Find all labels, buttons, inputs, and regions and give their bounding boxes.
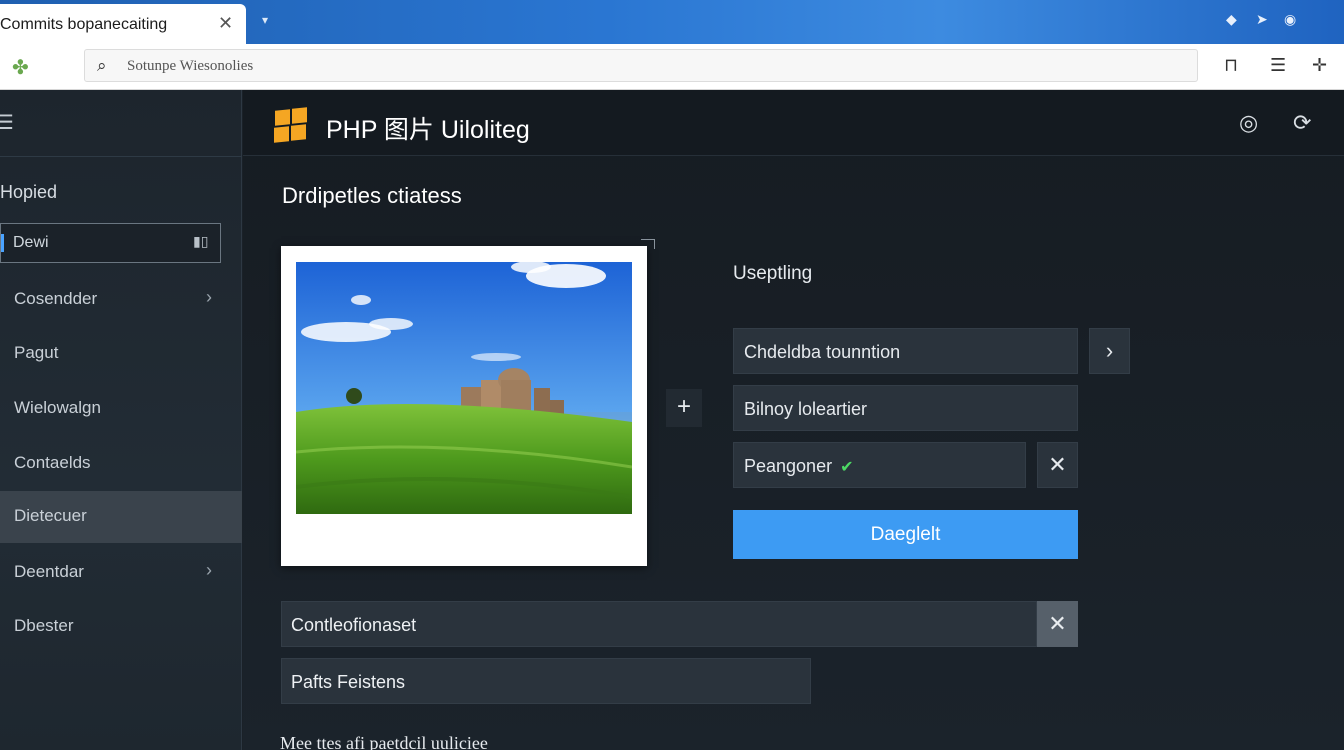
- book-icon[interactable]: ▮▯: [193, 233, 208, 250]
- sidebar-item-label: Wielowalgn: [14, 398, 101, 417]
- send-icon[interactable]: ➤: [1256, 11, 1268, 28]
- option-field-2[interactable]: Bilnoy loleartier: [733, 385, 1078, 431]
- sidebar-search-input[interactable]: Dewi ▮▯: [0, 223, 221, 263]
- app-title: PHP 图片 Uiloliteg: [326, 116, 530, 144]
- hamburger-icon[interactable]: ☰: [0, 110, 14, 135]
- field-label: Chdeldba tounntion: [744, 342, 901, 362]
- chevron-right-icon: ›: [206, 560, 212, 580]
- wide-input-2[interactable]: Pafts Feistens: [281, 658, 811, 704]
- sidebar: ☰ Hopied Dewi ▮▯ Cosendder › Pagut Wielo…: [0, 90, 242, 750]
- sidebar-item-label: Dietecuer: [14, 506, 87, 525]
- option-field-1[interactable]: Chdeldba tounntion: [733, 328, 1078, 374]
- sidebar-item-2[interactable]: Pagut: [0, 328, 242, 380]
- app-header: PHP 图片 Uiloliteg ◎ ⟳: [243, 90, 1344, 156]
- field-label: Pafts Feistens: [291, 672, 406, 692]
- sidebar-item-label: Deentdar: [14, 562, 84, 581]
- chevron-right-icon[interactable]: ›: [1089, 328, 1130, 374]
- wide-input-1[interactable]: Contleofionaset: [281, 601, 1037, 647]
- address-placeholder: Sotunpe Wiesonolies: [127, 58, 254, 74]
- browser-tab-bar: Commits bopanecaiting ✕ ▾ ◆ ➤ ◉: [0, 0, 1344, 44]
- sidebar-item-7[interactable]: Dbester: [0, 601, 242, 653]
- tab-title: Commits bopanecaiting: [0, 16, 168, 33]
- address-bar: ✤ ⌕ Sotunpe Wiesonolies ⊓ ☰ ✛: [0, 44, 1344, 90]
- close-icon[interactable]: ✕: [1037, 442, 1078, 488]
- sidebar-item-label: Contaelds: [14, 453, 91, 472]
- image-preview[interactable]: [281, 246, 647, 566]
- sidebar-item-1[interactable]: Cosendder ›: [0, 274, 242, 326]
- sidebar-heading: Hopied: [0, 182, 58, 202]
- field-label: Bilnoy loleartier: [744, 399, 868, 419]
- sidebar-item-5[interactable]: Dietecuer: [0, 491, 242, 543]
- clear-icon[interactable]: ✕: [1037, 601, 1078, 647]
- sidebar-item-label: Pagut: [14, 343, 59, 362]
- sidebar-divider: [0, 156, 242, 157]
- windows-logo-icon: [273, 107, 307, 143]
- landscape-photo: [296, 262, 632, 514]
- option-field-3[interactable]: Peangoner ✔: [733, 442, 1026, 488]
- sidebar-item-6[interactable]: Deentdar ›: [0, 547, 242, 599]
- field-label: Peangoner ✔: [744, 456, 854, 476]
- bookmark-icon[interactable]: ⊓: [1224, 55, 1238, 76]
- target-icon[interactable]: ◎: [1239, 110, 1258, 136]
- extension-icon[interactable]: ✤: [12, 55, 29, 80]
- browser-tab[interactable]: Commits bopanecaiting ✕: [0, 4, 246, 44]
- address-input[interactable]: ⌕ Sotunpe Wiesonolies: [84, 49, 1198, 82]
- tab-dropdown-icon[interactable]: ▾: [262, 13, 268, 27]
- field-label: Contleofionaset: [291, 615, 417, 635]
- sidebar-item-4[interactable]: Contaelds: [0, 438, 242, 490]
- refresh-icon[interactable]: ⟳: [1293, 110, 1311, 136]
- sidebar-search-value: Dewi: [13, 234, 49, 251]
- close-icon[interactable]: ✕: [218, 13, 233, 34]
- main-panel: PHP 图片 Uiloliteg ◎ ⟳ Drdipetles ctiatess: [243, 90, 1344, 750]
- menu-icon[interactable]: ☰: [1270, 55, 1286, 76]
- upload-heading: Useptling: [733, 263, 813, 284]
- wifi-icon[interactable]: ◉: [1284, 11, 1296, 28]
- chevron-right-icon: ›: [206, 287, 212, 307]
- check-icon: ✔: [840, 459, 854, 476]
- search-icon: ⌕: [97, 56, 107, 75]
- sidebar-item-label: Dbester: [14, 616, 74, 635]
- add-icon[interactable]: ✛: [1312, 55, 1327, 76]
- input-caret: [1, 234, 4, 252]
- sidebar-item-label: Cosendder: [14, 289, 98, 308]
- footer-text: Mee ttes afi paetdcil uuliciee: [280, 733, 488, 750]
- section-title: Drdipetles ctiatess: [282, 183, 462, 208]
- add-image-button[interactable]: +: [666, 389, 702, 427]
- sidebar-item-3[interactable]: Wielowalgn: [0, 383, 242, 435]
- submit-button[interactable]: Daeglelt: [733, 510, 1078, 559]
- diamond-icon[interactable]: ◆: [1226, 11, 1237, 28]
